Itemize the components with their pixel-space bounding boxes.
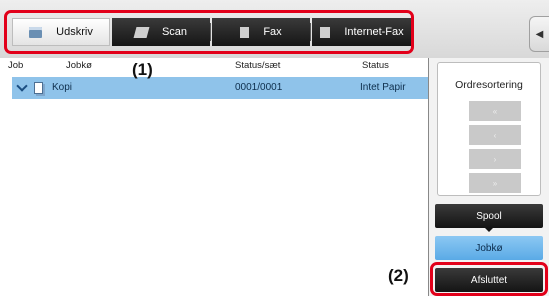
sort-title: Ordresortering xyxy=(455,79,523,91)
job-row-status: Intet Papir xyxy=(360,82,406,93)
callout-two: (2) xyxy=(388,266,409,285)
fax-icon xyxy=(240,26,250,38)
column-queue: Jobkø xyxy=(66,60,92,71)
completed-button[interactable]: Afsluttet xyxy=(435,268,543,292)
job-queue-button[interactable]: Jobkø xyxy=(435,236,543,260)
copy-document-icon xyxy=(34,82,43,94)
tab-fax[interactable]: Fax xyxy=(212,18,311,46)
sort-box: Ordresortering « ‹ › » xyxy=(437,62,541,196)
callout-one: (1) xyxy=(132,60,153,79)
job-row[interactable]: Kopi 0001/0001 Intet Papir xyxy=(12,77,428,99)
job-row-status-set: 0001/0001 xyxy=(235,82,283,93)
sort-first-button[interactable]: « xyxy=(469,101,521,121)
spool-button[interactable]: Spool xyxy=(435,204,543,232)
printer-icon xyxy=(29,26,43,38)
tab-fax-label: Fax xyxy=(263,26,282,38)
sort-up-button[interactable]: ‹ xyxy=(469,125,521,145)
collapse-arrow-icon[interactable]: ◀ xyxy=(529,16,549,52)
mode-tabs: Udskriv Scan Fax Internet-Fax xyxy=(12,18,414,46)
sort-down-button[interactable]: › xyxy=(469,149,521,169)
right-panel: Ordresortering « ‹ › » Spool Jobkø Afslu… xyxy=(429,58,549,296)
tab-print[interactable]: Udskriv xyxy=(12,18,110,46)
tab-internet-fax-label: Internet-Fax xyxy=(344,26,404,38)
mode-tab-bar: Udskriv Scan Fax Internet-Fax ◀ xyxy=(0,0,549,58)
tab-divider xyxy=(310,23,311,41)
job-list-header: Job Jobkø Status/sæt Status xyxy=(0,58,428,76)
tab-divider xyxy=(210,23,211,41)
tab-internet-fax[interactable]: Internet-Fax xyxy=(312,18,412,46)
column-job: Job xyxy=(8,60,24,71)
column-status: Status xyxy=(362,60,389,71)
sort-last-button[interactable]: » xyxy=(469,173,521,193)
job-row-queue: Kopi xyxy=(52,82,73,93)
tab-scan[interactable]: Scan xyxy=(112,18,211,46)
tab-scan-label: Scan xyxy=(161,26,188,38)
scanner-icon xyxy=(133,26,150,38)
tab-print-label: Udskriv xyxy=(56,26,93,38)
internet-fax-icon xyxy=(320,26,331,38)
chevron-down-icon[interactable] xyxy=(16,80,28,92)
column-status-set: Status/sæt xyxy=(235,60,281,71)
job-list: Job Jobkø Status/sæt Status Kopi 0001/00… xyxy=(0,58,429,296)
